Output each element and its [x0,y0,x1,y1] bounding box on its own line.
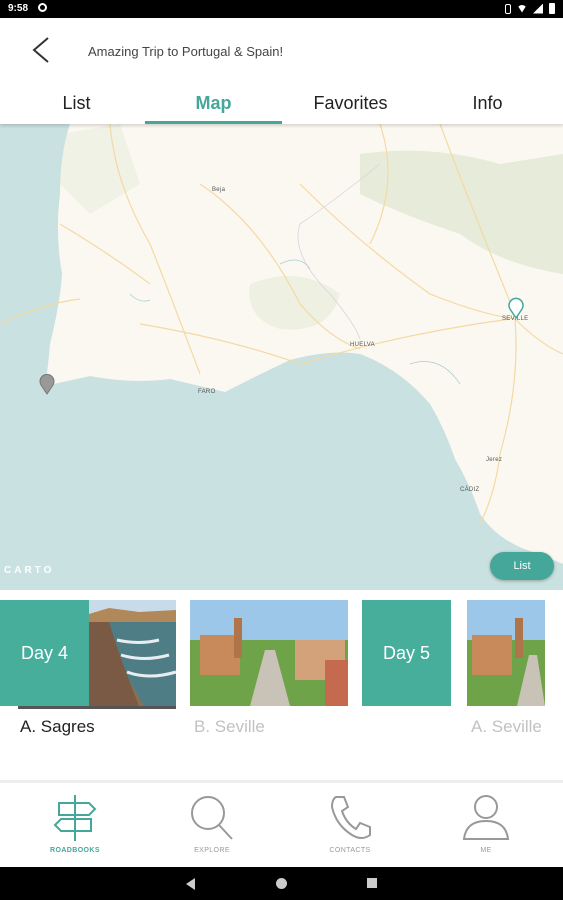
map-pin-sagres-icon[interactable] [38,371,56,395]
seville-photo[interactable] [190,600,348,706]
tab-map[interactable]: Map [145,86,282,124]
card-place-label: B. Seville [194,717,265,736]
seville-photo[interactable] [467,600,545,706]
card-progress-bar [18,706,176,709]
map-view[interactable]: Beja HUELVA FARO SEVILLE Jerez CÁDIZ CAR… [0,124,563,590]
nav-label: CONTACTS [329,847,371,854]
sagres-coast-image [89,600,176,706]
page-title: Amazing Trip to Portugal & Spain! [88,44,284,59]
day-badge[interactable]: Day 5 [362,600,451,706]
system-home-icon[interactable] [276,878,287,889]
seville-plaza-image [190,600,348,706]
nav-label: ROADBOOKS [50,847,100,854]
seville-plaza-image [467,600,545,706]
card-place-label: A. Seville [471,717,542,736]
card-place-label: A. Sagres [20,717,95,736]
day-cards-strip[interactable]: Day 4 A. Sagres B. Seville Day 5 A. Sevi… [0,600,563,780]
app-header: Amazing Trip to Portugal & Spain! [0,18,563,86]
settings-notification-icon [38,3,47,12]
nav-label: EXPLORE [194,847,230,854]
tab-list[interactable]: List [8,86,145,124]
day-badge[interactable]: Day 4 [0,600,89,706]
tab-bar: List Map Favorites Info [0,86,563,124]
map-label-beja: Beja [212,187,226,193]
user-icon [462,795,510,840]
bottom-navigation: ROADBOOKS EXPLORE CONTACTS ME [0,783,563,867]
phone-icon [330,796,371,839]
chevron-left-icon [32,37,49,63]
map-canvas [0,124,563,590]
status-bar: 9:58 [0,0,563,18]
nav-me[interactable]: ME [416,783,556,867]
sagres-photo[interactable] [89,600,176,706]
map-label-faro: FARO [198,389,216,395]
battery-icon [549,3,555,14]
system-back-icon[interactable] [186,878,195,890]
bluetooth-icon [505,3,511,14]
map-label-jerez: Jerez [486,457,503,463]
search-icon [191,796,233,840]
nav-contacts[interactable]: CONTACTS [280,783,420,867]
nav-explore[interactable]: EXPLORE [142,783,282,867]
system-navigation-bar [0,867,563,900]
nav-roadbooks[interactable]: ROADBOOKS [5,783,145,867]
map-label-cadiz: CÁDIZ [460,487,480,493]
tab-favorites[interactable]: Favorites [282,86,419,124]
tab-info[interactable]: Info [419,86,556,124]
signal-icon [533,3,543,14]
status-icons [505,3,555,14]
nav-label: ME [480,847,492,854]
signpost-icon [53,795,97,841]
map-pin-seville-icon[interactable] [507,295,525,319]
back-button[interactable] [24,32,60,68]
map-label-huelva: HUELVA [350,342,375,348]
status-time: 9:58 [8,3,29,14]
system-recents-icon[interactable] [367,878,377,888]
wifi-icon [517,4,527,13]
carto-attribution[interactable]: CARTO [4,565,54,576]
list-view-button[interactable]: List [490,552,554,580]
